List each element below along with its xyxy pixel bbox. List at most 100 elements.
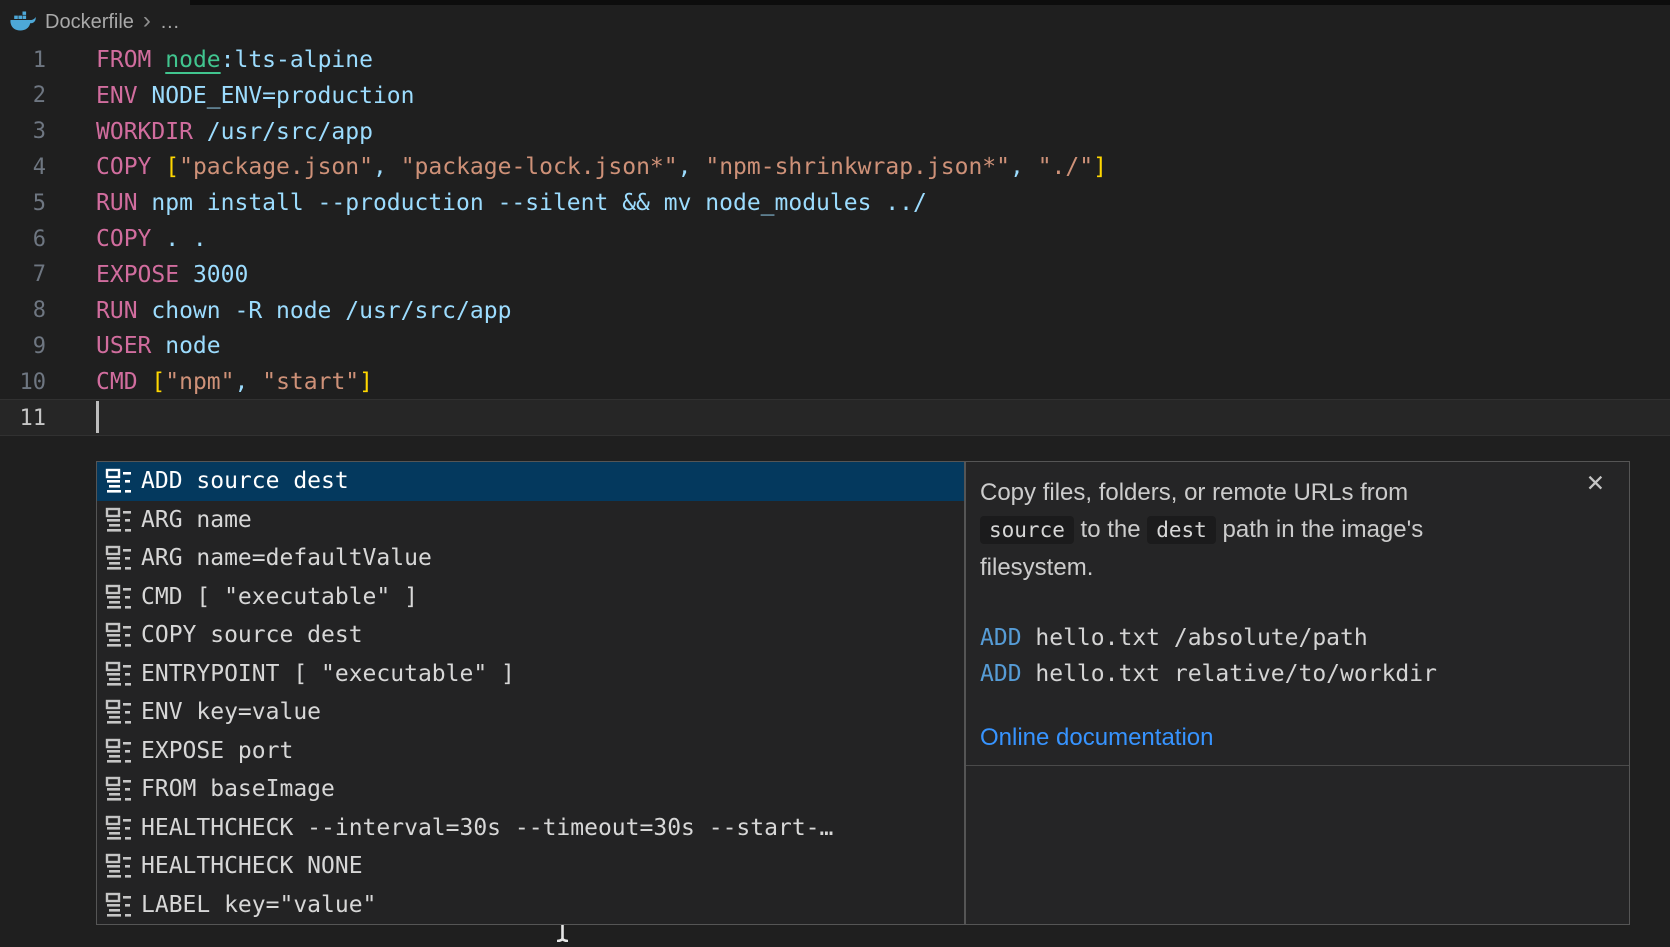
- suggest-details-content: Copy files, folders, or remote URLs from…: [966, 462, 1629, 766]
- docs-example-line: ADD hello.txt relative/to/workdir: [980, 656, 1437, 692]
- line-content[interactable]: COPY . .: [96, 221, 207, 257]
- code-line[interactable]: 1 FROM node:lts-alpine: [0, 42, 1670, 78]
- line-content[interactable]: RUN npm install --production --silent &&…: [96, 185, 927, 221]
- suggest-item[interactable]: ARG name=defaultValue: [97, 539, 964, 578]
- suggest-item[interactable]: CMD [ "executable" ]: [97, 578, 964, 617]
- token-kw: FROM: [96, 47, 151, 73]
- token-str: "package.json": [179, 154, 373, 180]
- token-pl: ,: [1010, 154, 1038, 180]
- token-br: ]: [1093, 154, 1107, 180]
- line-number[interactable]: 1: [0, 48, 46, 73]
- token-pl: [151, 154, 165, 180]
- snippet-icon: [105, 852, 133, 880]
- line-number[interactable]: 7: [0, 262, 46, 287]
- code-line[interactable]: 6 COPY . .: [0, 221, 1670, 257]
- line-number[interactable]: 8: [0, 298, 46, 323]
- line-content[interactable]: WORKDIR /usr/src/app: [96, 114, 373, 150]
- suggest-item[interactable]: ENV key=value: [97, 693, 964, 732]
- suggest-item-label: FROM baseImage: [141, 776, 335, 802]
- snippet-icon: [105, 775, 133, 803]
- line-number[interactable]: 2: [0, 83, 46, 108]
- suggest-item[interactable]: FROM baseImage: [97, 770, 964, 809]
- snippet-icon: [105, 814, 133, 842]
- token-pl: [138, 369, 152, 395]
- token-br: [: [151, 369, 165, 395]
- suggest-details-panel: Copy files, folders, or remote URLs from…: [965, 461, 1630, 925]
- suggest-item-label: CMD [ "executable" ]: [141, 584, 418, 610]
- docs-example-keyword: ADD: [980, 661, 1022, 687]
- suggest-item-label: ENTRYPOINT [ "executable" ]: [141, 661, 515, 687]
- suggest-item[interactable]: COPY source dest: [97, 616, 964, 655]
- code-line[interactable]: 11: [0, 400, 1670, 436]
- breadcrumb[interactable]: Dockerfile › …: [10, 6, 180, 38]
- token-pl: ,: [235, 369, 263, 395]
- token-pl: [151, 47, 165, 73]
- vscode-editor: { "palette": { "editor_bg": "#1f1f1f", "…: [0, 0, 1670, 940]
- docs-text: to the: [1074, 516, 1147, 543]
- line-content[interactable]: CMD ["npm", "start"]: [96, 364, 373, 400]
- suggest-item[interactable]: LABEL key="value": [97, 886, 964, 925]
- breadcrumb-file[interactable]: Dockerfile: [45, 11, 134, 34]
- line-number[interactable]: 11: [0, 406, 46, 431]
- snippet-icon: [105, 737, 133, 765]
- suggest-item-label: EXPOSE port: [141, 738, 293, 764]
- snippet-icon: [105, 621, 133, 649]
- online-documentation-link[interactable]: Online documentation: [980, 724, 1213, 752]
- docs-example-line: ADD hello.txt /absolute/path: [980, 620, 1437, 656]
- suggest-item-label: HEALTHCHECK --interval=30s --timeout=30s…: [141, 815, 833, 841]
- token-kw: USER: [96, 333, 151, 359]
- token-pl: /usr/src/app: [193, 119, 373, 145]
- line-content[interactable]: RUN chown -R node /usr/src/app: [96, 293, 511, 329]
- suggest-item-label: ARG name=defaultValue: [141, 545, 432, 571]
- code-line[interactable]: 2 ENV NODE_ENV=production: [0, 78, 1670, 114]
- token-kw: COPY: [96, 226, 151, 252]
- suggest-item-label: ARG name: [141, 507, 252, 533]
- code-line[interactable]: 9 USER node: [0, 328, 1670, 364]
- line-number[interactable]: 3: [0, 119, 46, 144]
- token-pl: ,: [678, 154, 706, 180]
- code-line[interactable]: 4 COPY ["package.json", "package-lock.jso…: [0, 149, 1670, 185]
- close-icon[interactable]: ✕: [1586, 472, 1605, 495]
- code-line[interactable]: 7 EXPOSE 3000: [0, 257, 1670, 293]
- suggest-item[interactable]: HEALTHCHECK NONE: [97, 847, 964, 886]
- code-line[interactable]: 3 WORKDIR /usr/src/app: [0, 114, 1670, 150]
- docs-paragraph: Copy files, folders, or remote URLs from…: [980, 474, 1555, 586]
- docs-example-text: hello.txt relative/to/workdir: [1022, 661, 1437, 687]
- line-number[interactable]: 9: [0, 334, 46, 359]
- breadcrumb-ellipsis[interactable]: …: [160, 11, 180, 34]
- token-pl: :lts-alpine: [221, 47, 373, 73]
- token-pl: . .: [151, 226, 206, 252]
- suggest-item[interactable]: HEALTHCHECK --interval=30s --timeout=30s…: [97, 809, 964, 848]
- suggest-item[interactable]: ENTRYPOINT [ "executable" ]: [97, 655, 964, 694]
- token-kw: WORKDIR: [96, 119, 193, 145]
- token-pl: npm install --production --silent && mv …: [138, 190, 927, 216]
- code-line[interactable]: 8 RUN chown -R node /usr/src/app: [0, 293, 1670, 329]
- line-content[interactable]: EXPOSE 3000: [96, 257, 248, 293]
- snippet-icon: [105, 891, 133, 919]
- breadcrumb-separator-icon: ›: [143, 7, 151, 35]
- snippet-icon: [105, 467, 133, 495]
- docs-code-examples: ADD hello.txt /absolute/pathADD hello.tx…: [980, 620, 1437, 692]
- token-pl: NODE_ENV=production: [138, 83, 415, 109]
- line-content[interactable]: ENV NODE_ENV=production: [96, 78, 415, 114]
- line-content[interactable]: COPY ["package.json", "package-lock.json…: [96, 149, 1107, 185]
- line-content[interactable]: FROM node:lts-alpine: [96, 42, 373, 78]
- token-kw: COPY: [96, 154, 151, 180]
- token-lnk: node: [165, 47, 220, 73]
- suggest-item[interactable]: ARG name: [97, 501, 964, 540]
- line-number[interactable]: 10: [0, 370, 46, 395]
- code-line[interactable]: 5 RUN npm install --production --silent &…: [0, 185, 1670, 221]
- suggest-item[interactable]: EXPOSE port: [97, 732, 964, 771]
- line-number[interactable]: 5: [0, 191, 46, 216]
- line-number[interactable]: 4: [0, 155, 46, 180]
- code-line[interactable]: 10 CMD ["npm", "start"]: [0, 364, 1670, 400]
- suggest-item-label: COPY source dest: [141, 622, 363, 648]
- docs-paragraph-line: Copy files, folders, or remote URLs from: [980, 474, 1555, 511]
- line-number[interactable]: 6: [0, 227, 46, 252]
- suggest-item[interactable]: ADD source dest: [97, 462, 964, 501]
- snippet-icon: [105, 506, 133, 534]
- token-kw: RUN: [96, 298, 138, 324]
- line-content[interactable]: USER node: [96, 328, 221, 364]
- token-str: "package-lock.json*": [401, 154, 678, 180]
- inline-code-chip: source: [980, 516, 1074, 544]
